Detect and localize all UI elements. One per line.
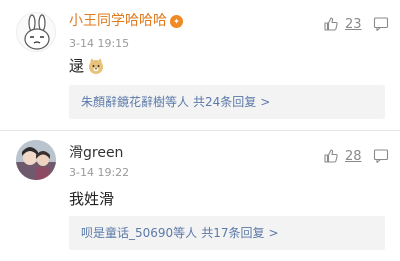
timestamp: 3-14 19:15: [69, 37, 130, 50]
thumbs-up-icon: [324, 149, 338, 163]
thumbs-up-icon: [324, 17, 338, 31]
comment-text: 逯: [69, 57, 85, 75]
timestamp: 3-14 19:22: [69, 166, 130, 179]
vip-badge-icon: ✦: [170, 15, 183, 28]
photo-avatar-icon: [16, 140, 56, 180]
like-count: 28: [345, 148, 362, 164]
comment-content: 逯: [69, 56, 105, 76]
reply-button[interactable]: [373, 148, 389, 168]
doge-emoji-icon: [87, 57, 105, 75]
username-text[interactable]: 小王同学哈哈哈: [69, 13, 167, 29]
avatar[interactable]: [16, 140, 56, 180]
comment-content: 我姓滑: [69, 190, 115, 208]
comment-icon: [373, 149, 389, 164]
replies-summary[interactable]: 朱顏辭鏡花辭樹等人 共24条回复 >: [69, 85, 385, 119]
chevron-right-icon[interactable]: >: [260, 95, 270, 109]
avatar[interactable]: [16, 12, 56, 52]
reply-names[interactable]: 呗是童话_50690等人: [81, 226, 197, 240]
username[interactable]: 滑green: [69, 144, 123, 162]
like-count: 23: [345, 16, 362, 32]
replies-summary[interactable]: 呗是童话_50690等人 共17条回复 >: [69, 216, 385, 250]
reply-button[interactable]: [373, 16, 389, 36]
username[interactable]: 小王同学哈哈哈 ✦: [69, 12, 183, 30]
comment-icon: [373, 17, 389, 32]
like-button[interactable]: 23: [323, 16, 362, 32]
reply-names[interactable]: 朱顏辭鏡花辭樹等人: [81, 95, 189, 109]
rabbit-avatar-icon: [24, 14, 50, 50]
reply-count[interactable]: 共17条回复: [201, 226, 264, 240]
reply-count[interactable]: 共24条回复: [193, 95, 256, 109]
chevron-right-icon[interactable]: >: [268, 226, 278, 240]
comment-item: 滑green 3-14 19:22 28 我姓滑 呗是童话_50690等人 共17…: [0, 131, 400, 261]
comment-item: 小王同学哈哈哈 ✦ 3-14 19:15 23 逯 朱顏辭鏡花辭樹等人 共24条…: [0, 0, 400, 130]
like-button[interactable]: 28: [323, 148, 362, 164]
